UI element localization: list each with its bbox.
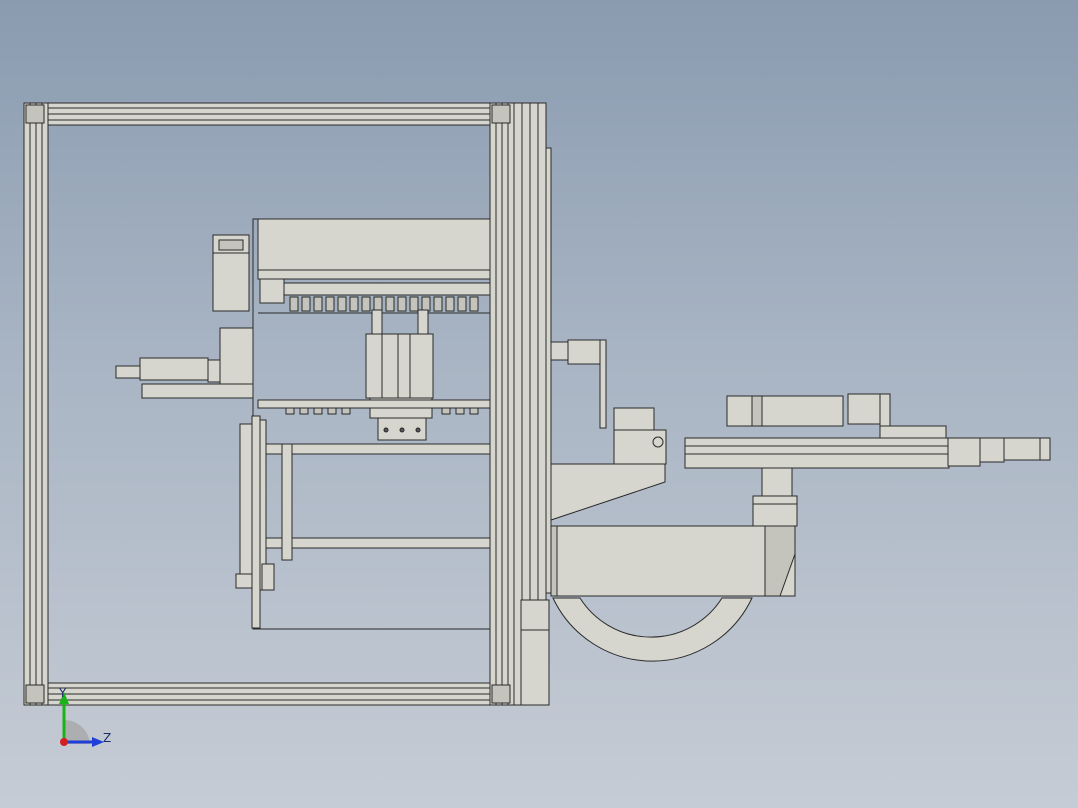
assembly-drawing[interactable]	[0, 0, 1078, 808]
cad-viewport[interactable]: Y Z	[0, 0, 1078, 808]
servo-motor	[212, 234, 250, 312]
triad-plane-icon	[64, 719, 90, 744]
gripper-bracket	[550, 339, 667, 465]
x-axis-dot-icon	[60, 738, 68, 746]
guide-rods	[235, 415, 491, 629]
y-axis-label: Y	[59, 686, 67, 700]
carriage-assembly	[252, 218, 491, 630]
rotary-arm	[550, 463, 796, 662]
linear-actuator	[684, 393, 1051, 469]
side-cylinder	[115, 327, 254, 399]
rotary-stand	[752, 465, 798, 527]
z-axis-label: Z	[103, 731, 112, 745]
